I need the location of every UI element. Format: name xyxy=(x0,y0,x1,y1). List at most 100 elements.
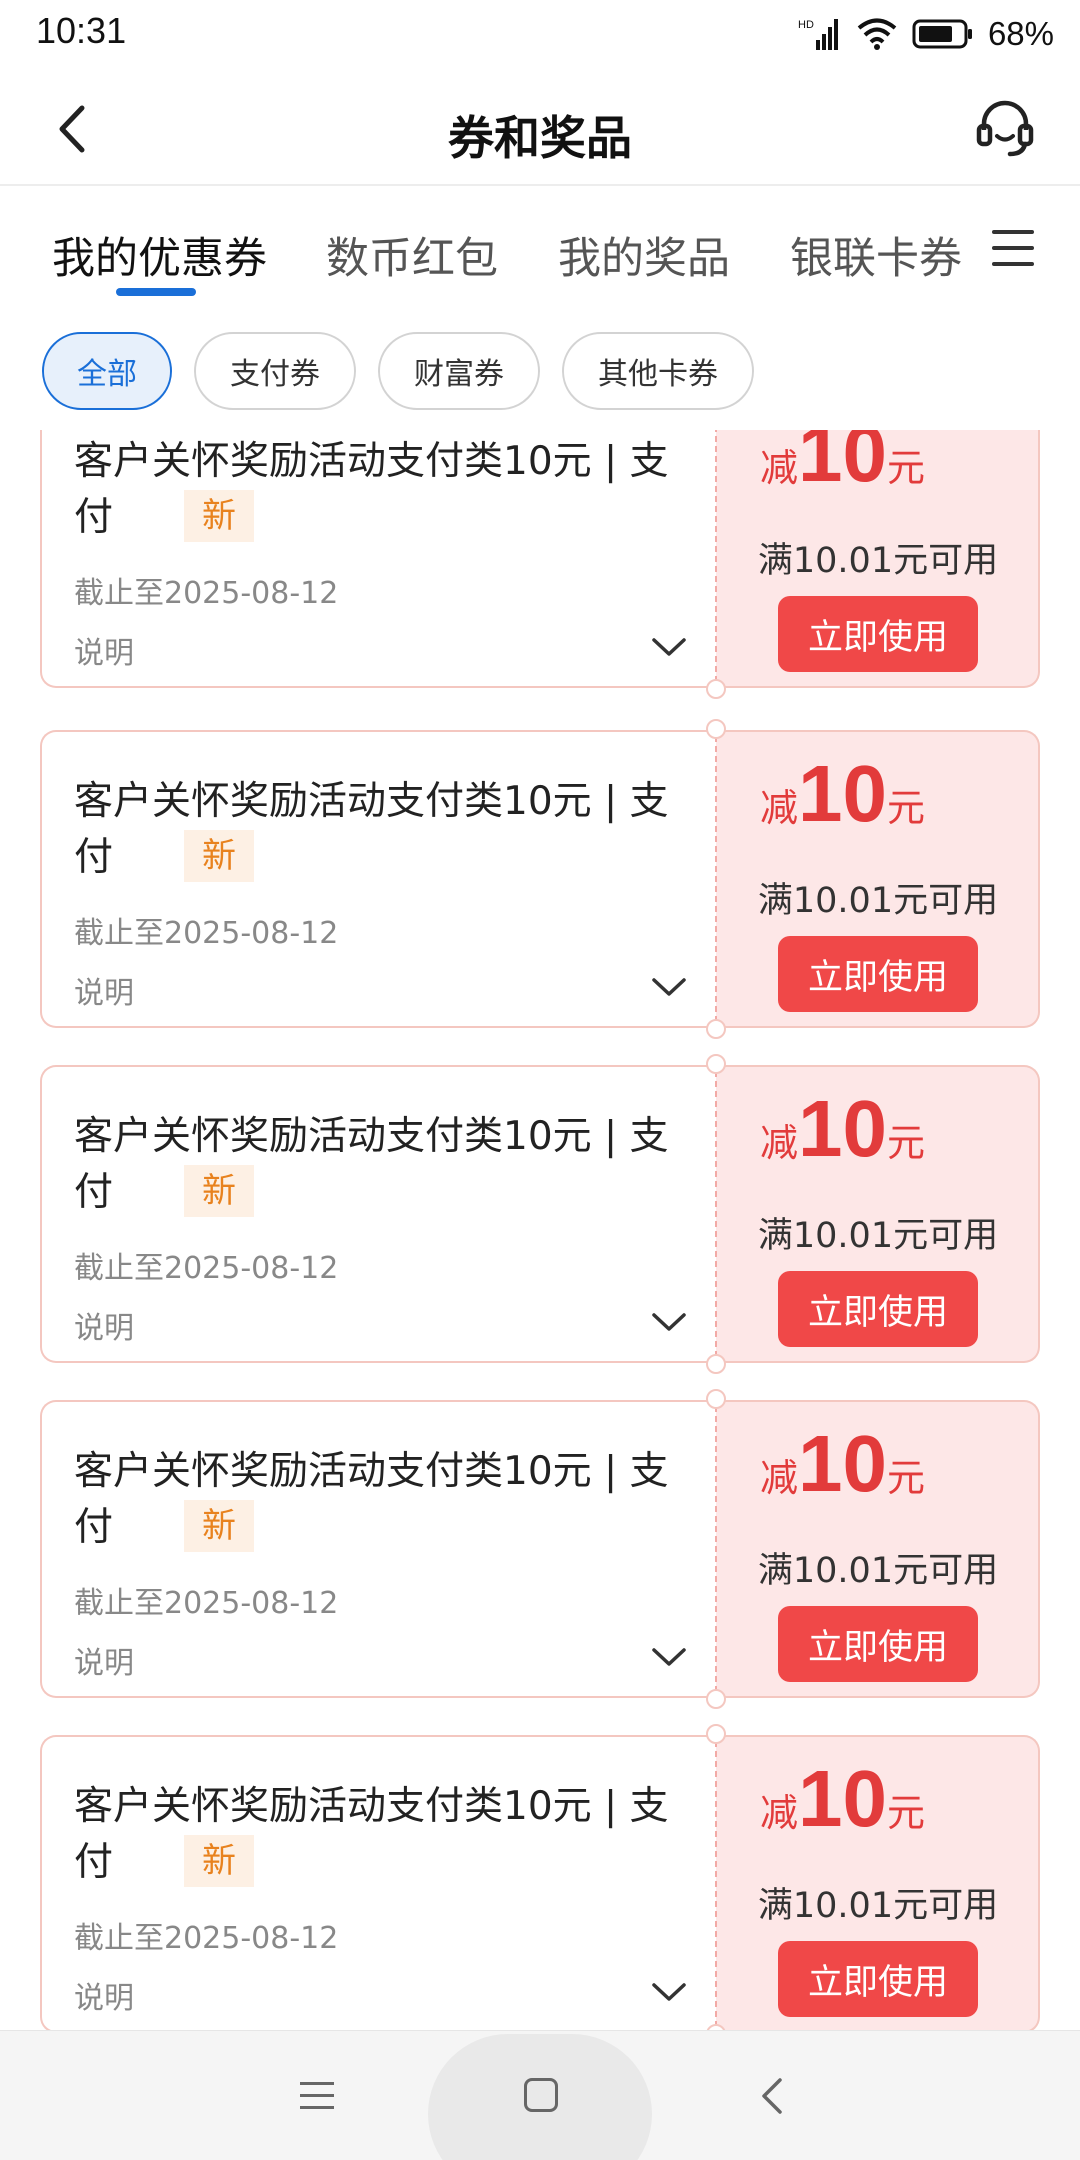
page: 10:31 HD 68% 券和奖品 我的优惠券 数币红包 我的奖品 银联卡券 全… xyxy=(0,0,1080,2160)
coupon-notch xyxy=(706,1019,726,1039)
coupon-notch xyxy=(706,1054,726,1074)
page-title: 券和奖品 xyxy=(448,111,632,165)
coupon-title: 客户关怀奖励活动支付类10元 | 支付 xyxy=(74,1114,669,1215)
coupon-title: 客户关怀奖励活动支付类10元 | 支付 xyxy=(74,779,669,880)
amount-unit: 元 xyxy=(887,1121,926,1165)
filter-all[interactable]: 全部 xyxy=(42,332,172,410)
coupon-value-panel: 减10元 满10.01元可用 立即使用 xyxy=(716,1065,1040,1363)
back-nav-icon[interactable] xyxy=(752,2074,792,2118)
coupon-card: 客户关怀奖励活动支付类10元 | 支付 新 截止至2025-08-12 说明 减… xyxy=(40,1724,1040,2030)
battery-percent: 68% xyxy=(987,15,1054,52)
tab-digital-red-packet[interactable]: 数币红包 xyxy=(326,224,498,286)
tab-bar: 我的优惠券 数币红包 我的奖品 银联卡券 xyxy=(0,188,1080,312)
coupon-divider xyxy=(715,1071,717,1357)
coupon-notch xyxy=(706,719,726,739)
coupon-expiry: 截止至2025-08-12 xyxy=(74,916,339,951)
status-bar: 10:31 HD 68% xyxy=(0,0,1080,68)
headset-icon xyxy=(976,100,1034,157)
tab-indicator xyxy=(116,288,196,296)
coupon-info: 客户关怀奖励活动支付类10元 | 支付 新 截止至2025-08-12 说明 xyxy=(40,1735,716,2030)
coupon-value-panel: 减10元 满10.01元可用 立即使用 xyxy=(716,1735,1040,2030)
coupon-title: 客户关怀奖励活动支付类10元 | 支付 xyxy=(74,1784,669,1885)
coupon-expiry: 截止至2025-08-12 xyxy=(74,1251,339,1286)
coupon-value-panel: 减10元 满10.01元可用 立即使用 xyxy=(716,430,1040,688)
coupon-divider xyxy=(715,430,717,682)
battery-icon xyxy=(912,19,972,49)
amount-value: 10 xyxy=(798,1754,887,1843)
new-badge: 新 xyxy=(184,1835,254,1887)
tab-unionpay-coupons[interactable]: 银联卡券 xyxy=(790,224,962,286)
new-badge: 新 xyxy=(184,830,254,882)
coupon-card: 客户关怀奖励活动支付类10元 | 支付 新 截止至2025-08-12 说明 减… xyxy=(40,1054,1040,1374)
coupon-note-label[interactable]: 说明 xyxy=(74,968,134,1012)
filter-wealth[interactable]: 财富券 xyxy=(378,332,540,410)
coupon-divider xyxy=(715,1741,717,2027)
status-time: 10:31 xyxy=(36,10,127,51)
amount-value: 10 xyxy=(798,1419,887,1508)
signal-icon: HD xyxy=(798,19,838,50)
coupon-condition: 满10.01元可用 xyxy=(757,881,999,921)
customer-service-button[interactable] xyxy=(970,92,1040,162)
coupon-divider xyxy=(715,736,717,1022)
use-now-button[interactable]: 立即使用 xyxy=(778,936,978,1012)
recent-apps-button[interactable] xyxy=(300,2078,336,2114)
use-now-button[interactable]: 立即使用 xyxy=(778,1941,978,2017)
coupon-note-label[interactable]: 说明 xyxy=(74,1638,134,1682)
coupon-value-panel: 减10元 满10.01元可用 立即使用 xyxy=(716,1400,1040,1698)
use-now-button[interactable]: 立即使用 xyxy=(778,1606,978,1682)
coupon-note-label[interactable]: 说明 xyxy=(74,1973,134,2017)
chevron-down-icon[interactable] xyxy=(648,626,690,668)
amount-prefix: 减 xyxy=(760,1121,799,1165)
filter-chips: 全部 支付券 财富券 其他卡券 xyxy=(0,330,1080,412)
amount-prefix: 减 xyxy=(760,446,799,490)
coupon-notch xyxy=(706,1354,726,1374)
coupon-note-label[interactable]: 说明 xyxy=(74,628,134,672)
coupon-expiry: 截止至2025-08-12 xyxy=(74,1921,339,1956)
hamburger-icon-line xyxy=(992,262,1034,266)
network-label: HD xyxy=(798,19,814,31)
coupon-amount: 减10元 xyxy=(716,1083,1040,1175)
amount-value: 10 xyxy=(798,430,887,498)
coupon-title: 客户关怀奖励活动支付类10元 | 支付 xyxy=(74,439,669,540)
amount-unit: 元 xyxy=(887,786,926,830)
tab-menu-button[interactable] xyxy=(988,224,1038,274)
coupon-expiry: 截止至2025-08-12 xyxy=(74,1586,339,1621)
coupon-list: 客户关怀奖励活动支付类10元 | 支付 新 截止至2025-08-12 说明 减… xyxy=(0,430,1080,2030)
coupon-expiry: 截止至2025-08-12 xyxy=(74,576,339,611)
use-now-button[interactable]: 立即使用 xyxy=(778,596,978,672)
coupon-value-panel: 减10元 满10.01元可用 立即使用 xyxy=(716,730,1040,1028)
menu-icon xyxy=(300,2082,334,2085)
amount-value: 10 xyxy=(798,749,887,838)
hamburger-icon xyxy=(992,230,1034,234)
chevron-down-icon[interactable] xyxy=(648,966,690,1008)
amount-value: 10 xyxy=(798,1084,887,1173)
amount-unit: 元 xyxy=(887,1456,926,1500)
coupon-info: 客户关怀奖励活动支付类10元 | 支付 新 截止至2025-08-12 说明 xyxy=(40,1065,716,1363)
new-badge: 新 xyxy=(184,490,254,542)
tab-my-coupons[interactable]: 我的优惠券 xyxy=(52,224,267,286)
chevron-down-icon[interactable] xyxy=(648,1636,690,1678)
coupon-amount: 减10元 xyxy=(716,1753,1040,1845)
filter-other[interactable]: 其他卡券 xyxy=(562,332,754,410)
coupon-info: 客户关怀奖励活动支付类10元 | 支付 新 截止至2025-08-12 说明 xyxy=(40,430,716,688)
coupon-note-label[interactable]: 说明 xyxy=(74,1303,134,1347)
filter-payment[interactable]: 支付券 xyxy=(194,332,356,410)
tab-my-prizes[interactable]: 我的奖品 xyxy=(558,224,730,286)
coupon-amount: 减10元 xyxy=(716,1418,1040,1510)
home-button[interactable] xyxy=(524,2078,558,2112)
coupon-notch xyxy=(706,679,726,699)
coupon-title: 客户关怀奖励活动支付类10元 | 支付 xyxy=(74,1449,669,1550)
coupon-info: 客户关怀奖励活动支付类10元 | 支付 新 截止至2025-08-12 说明 xyxy=(40,1400,716,1698)
coupon-amount: 减10元 xyxy=(716,430,1040,500)
amount-prefix: 减 xyxy=(760,1791,799,1835)
coupon-notch xyxy=(706,1689,726,1709)
use-now-button[interactable]: 立即使用 xyxy=(778,1271,978,1347)
new-badge: 新 xyxy=(184,1165,254,1217)
coupon-amount: 减10元 xyxy=(716,748,1040,840)
coupon-condition: 满10.01元可用 xyxy=(757,541,999,581)
chevron-down-icon[interactable] xyxy=(648,1301,690,1343)
app-header: 券和奖品 xyxy=(0,70,1080,186)
menu-icon-line xyxy=(300,2094,334,2097)
coupon-condition: 满10.01元可用 xyxy=(757,1551,999,1591)
chevron-down-icon[interactable] xyxy=(648,1971,690,2013)
